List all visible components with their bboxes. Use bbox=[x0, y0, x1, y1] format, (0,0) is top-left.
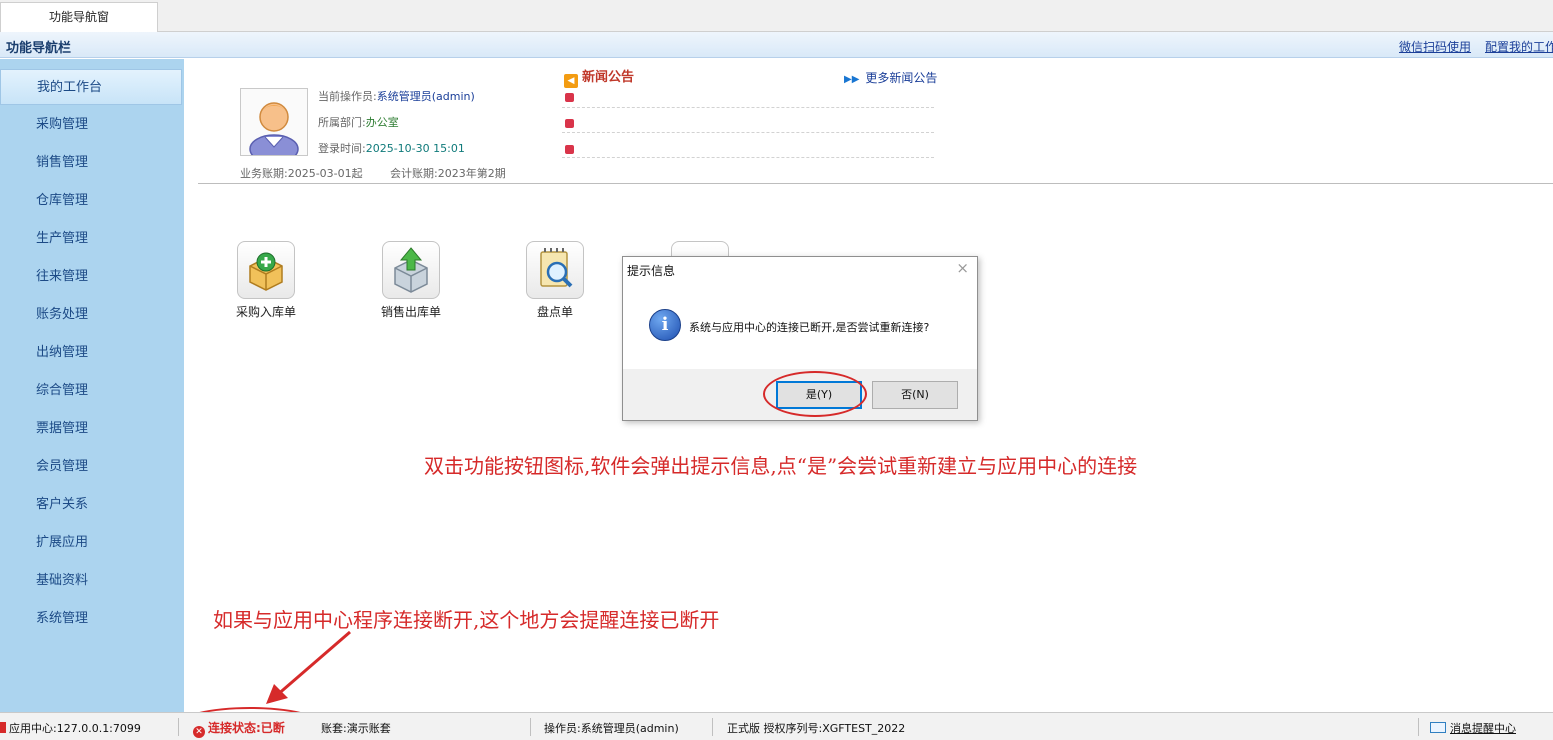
department-value: 办公室 bbox=[365, 116, 399, 129]
shortcut-purchase-inbound[interactable]: 采购入库单 bbox=[226, 241, 306, 320]
more-news-link[interactable]: ▶▶ 更多新闻公告 bbox=[844, 69, 937, 86]
stocktake-icon bbox=[526, 241, 584, 299]
annotation-arrow-icon bbox=[266, 630, 351, 704]
config-workspace-link[interactable]: 配置我的工作 bbox=[1485, 38, 1553, 55]
login-time-value: 2025-10-30 15:01 bbox=[365, 142, 465, 155]
status-divider bbox=[530, 718, 531, 736]
sidebar-item-basic-data[interactable]: 基础资料 bbox=[0, 563, 182, 599]
purchase-inbound-icon bbox=[237, 241, 295, 299]
shortcut-label: 采购入库单 bbox=[235, 305, 296, 319]
message-center-label: 消息提醒中心 bbox=[1450, 722, 1516, 735]
app-center-status: 应用中心:127.0.0.1:7099 bbox=[0, 720, 141, 736]
info-icon: i bbox=[649, 309, 681, 341]
dialog-title: 提示信息 bbox=[627, 264, 676, 278]
close-icon[interactable]: × bbox=[956, 259, 969, 277]
nav-header-title: 功能导航栏 bbox=[6, 41, 72, 56]
shortcut-sales-outbound[interactable]: 销售出库单 bbox=[371, 241, 451, 320]
sidebar-item-purchase[interactable]: 采购管理 bbox=[0, 107, 182, 143]
double-arrow-icon: ▶▶ bbox=[844, 74, 860, 85]
sidebar-item-invoice[interactable]: 票据管理 bbox=[0, 411, 182, 447]
connection-status[interactable]: ✕ 连接状态:已断 bbox=[193, 719, 285, 738]
operator-value: 系统管理员(admin) bbox=[376, 90, 475, 103]
department-row: 所属部门:办公室 bbox=[318, 114, 399, 130]
app-center-value: 应用中心:127.0.0.1:7099 bbox=[9, 722, 141, 735]
sales-outbound-icon bbox=[382, 241, 440, 299]
news-bullet-icon bbox=[565, 119, 574, 128]
mail-icon bbox=[1430, 722, 1446, 733]
news-divider bbox=[562, 157, 934, 158]
news-bullet-icon bbox=[565, 93, 574, 102]
news-divider bbox=[562, 132, 934, 133]
status-divider bbox=[1418, 718, 1419, 736]
shortcut-stocktake[interactable]: 盘点单 bbox=[515, 241, 595, 320]
no-button[interactable]: 否(N) bbox=[872, 381, 958, 409]
app-window: 功能导航窗 功能导航栏 微信扫码使用 配置我的工作 我的工作台 采购管理 销售管… bbox=[0, 0, 1553, 740]
user-avatar-icon bbox=[240, 88, 308, 164]
sidebar-item-general[interactable]: 综合管理 bbox=[0, 373, 182, 409]
news-divider bbox=[562, 107, 934, 108]
content-divider bbox=[198, 183, 1553, 184]
department-label: 所属部门: bbox=[318, 116, 366, 129]
wechat-scan-link[interactable]: 微信扫码使用 bbox=[1399, 38, 1471, 55]
sidebar-item-accounting[interactable]: 账务处理 bbox=[0, 297, 182, 333]
more-news-label: 更多新闻公告 bbox=[865, 71, 938, 85]
news-header: ◀ 新闻公告 bbox=[564, 66, 634, 88]
login-time-row: 登录时间:2025-10-30 15:01 bbox=[318, 140, 465, 156]
sidebar-item-workbench[interactable]: 我的工作台 bbox=[0, 69, 182, 105]
news-bullet-icon bbox=[565, 145, 574, 154]
accounting-period: 会计账期:2023年第2期 bbox=[390, 167, 506, 180]
shortcut-label: 销售出库单 bbox=[380, 305, 441, 319]
sidebar: 我的工作台 采购管理 销售管理 仓库管理 生产管理 往来管理 账务处理 出纳管理… bbox=[0, 59, 184, 712]
sidebar-item-contacts[interactable]: 往来管理 bbox=[0, 259, 182, 295]
annotation-dialog-note: 双击功能按钮图标,软件会弹出提示信息,点“是”会尝试重新建立与应用中心的连接 bbox=[424, 454, 1138, 478]
edition-status: 正式版 授权序列号:XGFTEST_2022 bbox=[727, 722, 906, 735]
nav-header-bar: 功能导航栏 微信扫码使用 配置我的工作 bbox=[0, 32, 1553, 58]
shortcut-label: 盘点单 bbox=[536, 305, 573, 319]
annotation-ellipse-yes bbox=[763, 371, 867, 417]
sidebar-item-crm[interactable]: 客户关系 bbox=[0, 487, 182, 523]
sidebar-item-warehouse[interactable]: 仓库管理 bbox=[0, 183, 182, 219]
sidebar-item-member[interactable]: 会员管理 bbox=[0, 449, 182, 485]
account-set-status: 账套:演示账套 bbox=[321, 722, 391, 735]
news-title: 新闻公告 bbox=[582, 70, 635, 85]
sidebar-item-extensions[interactable]: 扩展应用 bbox=[0, 525, 182, 561]
sidebar-item-system[interactable]: 系统管理 bbox=[0, 601, 182, 637]
speaker-icon: ◀ bbox=[564, 74, 578, 88]
sidebar-item-cashier[interactable]: 出纳管理 bbox=[0, 335, 182, 371]
status-divider bbox=[712, 718, 713, 736]
login-time-label: 登录时间: bbox=[318, 142, 366, 155]
message-center-link[interactable]: 消息提醒中心 bbox=[1430, 720, 1516, 736]
sidebar-item-sales[interactable]: 销售管理 bbox=[0, 145, 182, 181]
operator-label: 当前操作员: bbox=[318, 90, 377, 103]
error-icon: ✕ bbox=[193, 726, 205, 738]
status-flag-icon bbox=[0, 722, 6, 733]
business-period: 业务账期:2025-03-01起 bbox=[240, 167, 363, 180]
operator-status: 操作员:系统管理员(admin) bbox=[544, 722, 679, 735]
operator-row: 当前操作员:系统管理员(admin) bbox=[318, 88, 475, 104]
tab-function-nav[interactable]: 功能导航窗 bbox=[0, 2, 158, 32]
connection-status-text: 连接状态:已断 bbox=[208, 721, 285, 735]
sidebar-item-production[interactable]: 生产管理 bbox=[0, 221, 182, 257]
status-bar: 应用中心:127.0.0.1:7099 ✕ 连接状态:已断 账套:演示账套 操作员… bbox=[0, 712, 1553, 740]
dialog-message: 系统与应用中心的连接已断开,是否尝试重新连接? bbox=[689, 321, 930, 334]
status-divider bbox=[178, 718, 179, 736]
tab-strip: 功能导航窗 bbox=[0, 0, 1553, 32]
